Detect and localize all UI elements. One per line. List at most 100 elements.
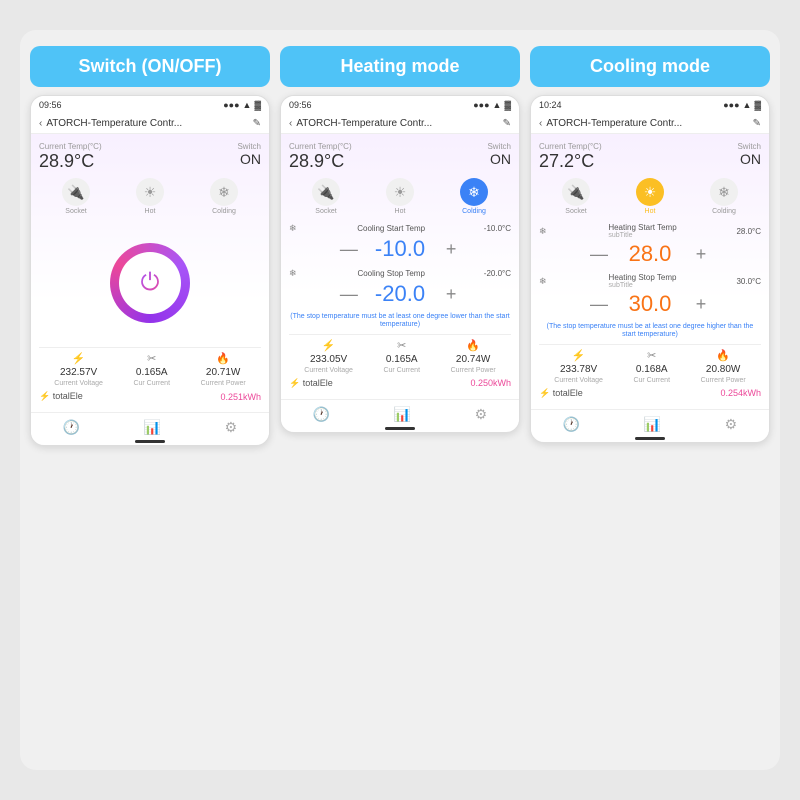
heating-stop-plus[interactable]: + [691, 295, 711, 313]
total-row-cooling: ⚡ totalEle 0.254kWh [539, 384, 761, 401]
phone-body-cooling: Current Temp(°C) 27.2°C Switch ON 🔌 Sock… [531, 134, 769, 409]
stat-voltage-h: ⚡ 233.05V Current Voltage [304, 339, 353, 374]
nav-clock-c[interactable]: 🕐 [563, 416, 580, 433]
nav-clock-h[interactable]: 🕐 [313, 406, 330, 423]
phone-body-heating: Current Temp(°C) 28.9°C Switch ON 🔌 Sock… [281, 134, 519, 399]
power-value: 20.71W [206, 367, 240, 378]
cold-label-h: Colding [462, 208, 486, 215]
cooling-start-side: -10.0°C [484, 224, 511, 233]
nav-chart-h[interactable]: 📊 [394, 406, 411, 423]
edit-icon-c[interactable]: ✎ [753, 118, 761, 129]
back-button-h[interactable]: ‹ [289, 118, 292, 129]
nav-bar-switch: ‹ ATORCH-Temperature Contr... ✎ [31, 114, 269, 134]
cooling-start-header: ❄ Cooling Start Temp -10.0°C [289, 223, 511, 234]
current-label-c: Cur Current [633, 377, 670, 384]
cooling-stop-control: — -20.0 + [289, 281, 511, 307]
heating-stop-control: — 30.0 + [539, 291, 761, 317]
icon-hot-c[interactable]: ☀ Hot [636, 178, 664, 215]
cooling-stop-plus[interactable]: + [441, 285, 461, 303]
phone-col-heating: Heating mode 09:56 ●●● ▲ ▓ ‹ ATORCH-Temp… [280, 46, 520, 433]
main-container: Switch (ON/OFF) 09:56 ●●● ▲ ▓ ‹ ATORCH-T… [20, 30, 780, 770]
nav-settings[interactable]: ⚙ [225, 419, 238, 436]
heating-stop-side: 30.0°C [736, 277, 761, 286]
temp-value-cooling: 27.2°C [539, 151, 602, 172]
voltage-value-c: 233.78V [560, 364, 597, 375]
icon-socket[interactable]: 🔌 Socket [62, 178, 90, 215]
stat-power-h: 🔥 20.74W Current Power [451, 339, 496, 374]
switch-value-heating: ON [487, 151, 511, 167]
heating-start-plus[interactable]: + [691, 245, 711, 263]
socket-label-h: Socket [315, 208, 336, 215]
snow-icon-h: ❄ [460, 178, 488, 206]
current-value: 0.165A [136, 367, 168, 378]
stat-current-h: ✂ 0.165A Cur Current [383, 339, 420, 374]
current-icon-h: ✂ [397, 339, 406, 352]
divider-cooling [539, 344, 761, 345]
icon-socket-h[interactable]: 🔌 Socket [312, 178, 340, 215]
heating-start-val: 28.0 [625, 241, 675, 267]
cooling-start-plus[interactable]: + [441, 240, 461, 258]
cooling-stop-header: ❄ Cooling Stop Temp -20.0°C [289, 268, 511, 279]
current-value-h: 0.165A [386, 354, 418, 365]
heating-stop-minus[interactable]: — [589, 295, 609, 313]
sun-icon: ☀ [136, 178, 164, 206]
battery-icon-c: ▓ [754, 100, 761, 110]
back-button-c[interactable]: ‹ [539, 118, 542, 129]
phone-body-switch: Current Temp(°C) 28.9°C Switch ON 🔌 Sock… [31, 134, 269, 412]
home-indicator-switch [135, 440, 165, 443]
stat-current: ✂ 0.165A Cur Current [133, 352, 170, 387]
switch-section-h: Switch ON [487, 142, 511, 167]
edit-icon-h[interactable]: ✎ [503, 118, 511, 129]
temp-section: Current Temp(°C) 28.9°C [39, 142, 102, 172]
nav-chart-c[interactable]: 📊 [644, 416, 661, 433]
temp-row-cooling: Current Temp(°C) 27.2°C Switch ON [539, 142, 761, 172]
icon-cold-h[interactable]: ❄ Colding [460, 178, 488, 215]
power-value-c: 20.80W [706, 364, 740, 375]
total-value-heating: 0.250kWh [470, 378, 511, 388]
status-bar-switch: 09:56 ●●● ▲ ▓ [31, 96, 269, 114]
temp-section-h: Current Temp(°C) 28.9°C [289, 142, 352, 172]
socket-icon-h: 🔌 [312, 178, 340, 206]
socket-icon-c: 🔌 [562, 178, 590, 206]
time-switch: 09:56 [39, 100, 62, 110]
heating-stop-label: Heating Stop Temp [609, 273, 677, 282]
power-stat-icon: 🔥 [216, 352, 230, 365]
current-icon: ✂ [147, 352, 156, 365]
battery-icon: ▓ [254, 100, 261, 110]
cooling-stop-label: Cooling Stop Temp [357, 269, 424, 278]
status-icons-cooling: ●●● ▲ ▓ [723, 100, 761, 110]
nav-chart[interactable]: 📊 [144, 419, 161, 436]
switch-label-c: Switch [737, 142, 761, 151]
icon-hot[interactable]: ☀ Hot [136, 178, 164, 215]
wifi-icon: ▲ [243, 100, 252, 110]
cooling-start-minus[interactable]: — [339, 240, 359, 258]
power-ring[interactable]: ⏻ [110, 243, 190, 323]
back-button[interactable]: ‹ [39, 118, 42, 129]
phone-col-switch: Switch (ON/OFF) 09:56 ●●● ▲ ▓ ‹ ATORCH-T… [30, 46, 270, 446]
divider-heating [289, 334, 511, 335]
heating-start-minus[interactable]: — [589, 245, 609, 263]
icon-hot-h[interactable]: ☀ Hot [386, 178, 414, 215]
total-value-cooling: 0.254kWh [720, 388, 761, 398]
heating-start-section: ❄ Heating Start Temp subTitle 28.0°C — 2… [539, 223, 761, 267]
power-label-c: Current Power [701, 377, 746, 384]
edit-icon[interactable]: ✎ [253, 118, 261, 129]
icon-cold[interactable]: ❄ Colding [210, 178, 238, 215]
power-label-h: Current Power [451, 367, 496, 374]
current-label: Cur Current [133, 380, 170, 387]
total-row-switch: ⚡ totalEle 0.251kWh [39, 387, 261, 404]
total-label-switch: ⚡ totalEle [39, 391, 83, 402]
switch-label: Switch [237, 142, 261, 151]
icon-socket-c[interactable]: 🔌 Socket [562, 178, 590, 215]
socket-label-c: Socket [565, 208, 586, 215]
icon-cold-c[interactable]: ❄ Colding [710, 178, 738, 215]
stat-voltage: ⚡ 232.57V Current Voltage [54, 352, 103, 387]
nav-settings-h[interactable]: ⚙ [475, 406, 488, 423]
status-icons-heating: ●●● ▲ ▓ [473, 100, 511, 110]
nav-settings-c[interactable]: ⚙ [725, 416, 738, 433]
mode-icons-heating: 🔌 Socket ☀ Hot ❄ Colding [289, 178, 511, 215]
nav-bar-heating: ‹ ATORCH-Temperature Contr... ✎ [281, 114, 519, 134]
cooling-stop-minus[interactable]: — [339, 285, 359, 303]
nav-clock[interactable]: 🕐 [63, 419, 80, 436]
cooling-mode-label: Cooling mode [530, 46, 770, 87]
